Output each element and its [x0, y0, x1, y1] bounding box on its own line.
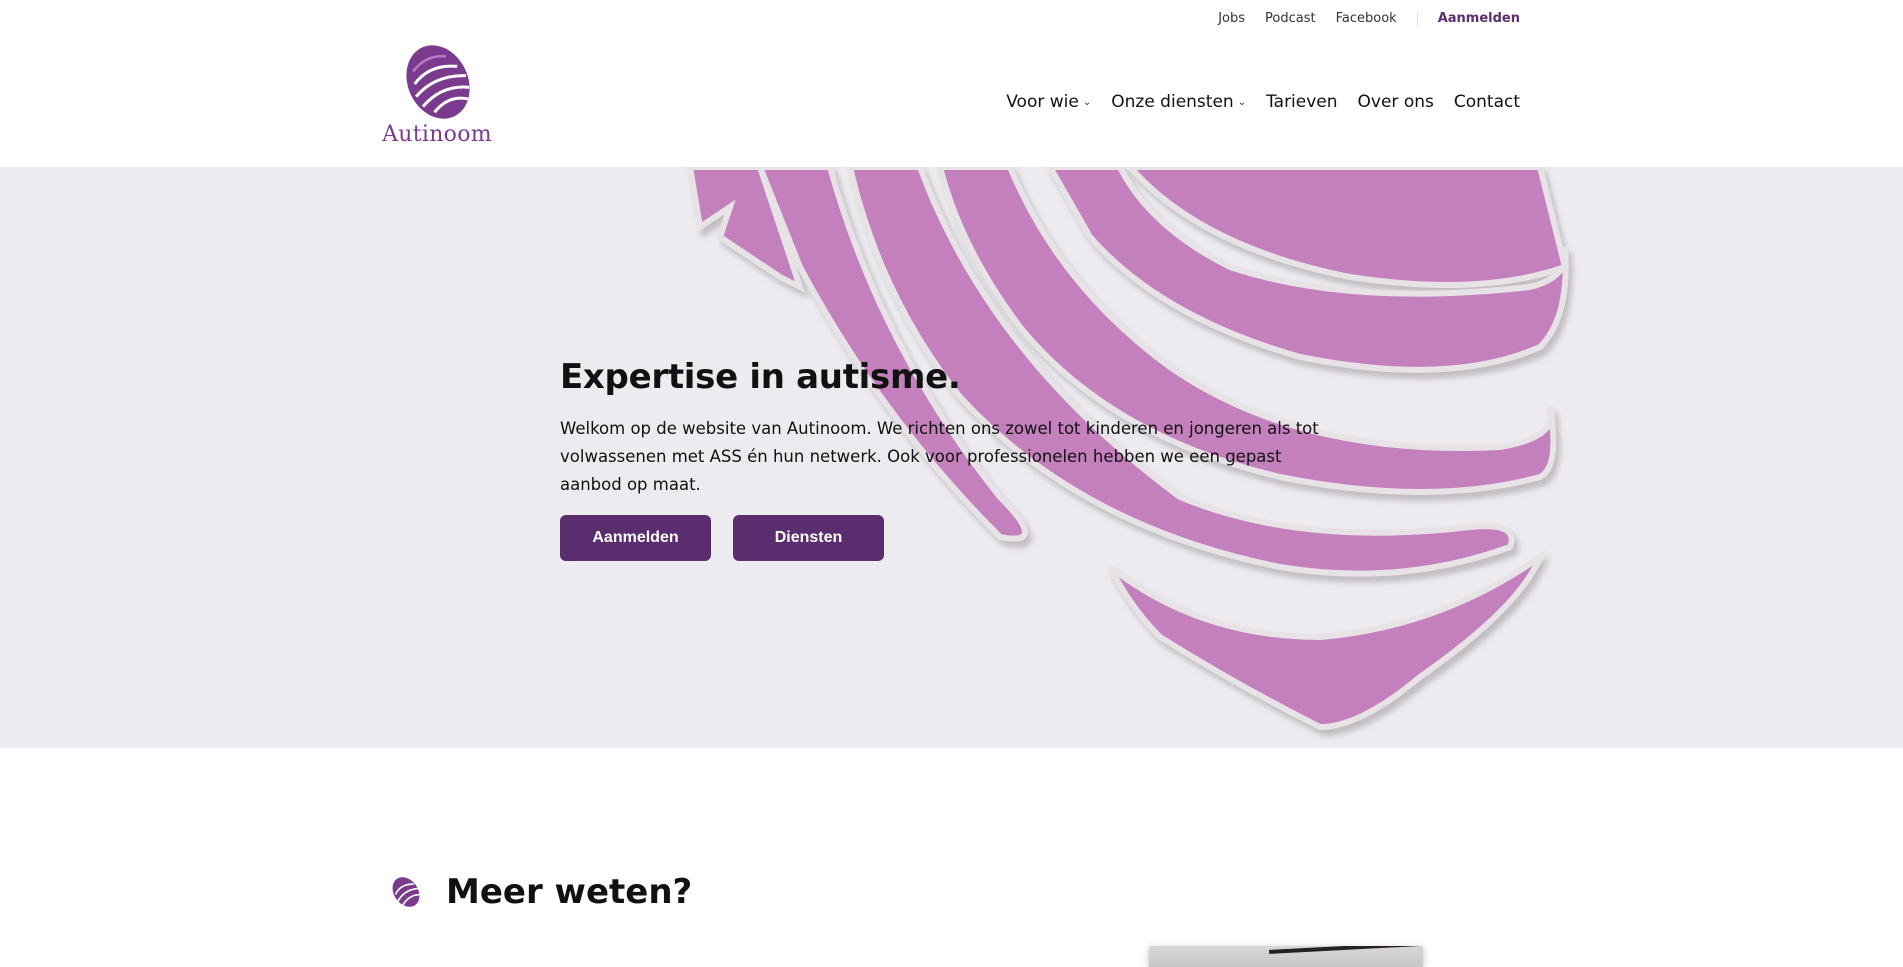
hero-section: Expertise in autisme. Welkom op de websi…: [0, 167, 1903, 748]
chevron-down-icon: ⌄: [1082, 96, 1092, 108]
nav-item-over-ons[interactable]: Over ons: [1358, 92, 1434, 112]
podcast-link[interactable]: Podcast: [1265, 11, 1316, 26]
nav-item-tarieven[interactable]: Tarieven: [1266, 92, 1337, 112]
main-nav: Voor wie ⌄ Onze diensten ⌄ Tarieven Over…: [986, 92, 1520, 112]
nav-item-contact[interactable]: Contact: [1454, 92, 1520, 112]
top-utility-bar: Jobs Podcast Facebook Aanmelden: [0, 0, 1903, 40]
logo-text: Autinoom: [382, 122, 492, 147]
divider: [1416, 11, 1418, 26]
nav-label: Contact: [1453, 92, 1520, 112]
services-button[interactable]: Diensten: [733, 515, 884, 561]
fingerprint-icon: [406, 45, 470, 119]
site-header: Autinoom Voor wie ⌄ Onze diensten ⌄ Tari…: [0, 40, 1903, 167]
nav-label: Over ons: [1357, 92, 1434, 112]
nav-item-voor-wie[interactable]: Voor wie ⌄: [1006, 92, 1091, 112]
nav-item-onze-diensten[interactable]: Onze diensten ⌄: [1111, 92, 1246, 112]
nav-label: Voor wie: [1006, 92, 1079, 112]
hero-title: Expertise in autisme.: [560, 357, 961, 397]
jobs-link[interactable]: Jobs: [1218, 11, 1245, 26]
fingerprint-icon: [392, 877, 421, 907]
nav-label: Onze diensten: [1111, 92, 1234, 112]
chevron-down-icon: ⌄: [1237, 96, 1247, 108]
hero-content: Expertise in autisme. Welkom op de websi…: [560, 357, 1340, 561]
more-info-section: Meer weten?: [0, 748, 1903, 967]
logo[interactable]: Autinoom: [382, 44, 492, 152]
hero-buttons: Aanmelden Diensten: [560, 515, 1340, 561]
image-detail: [1268, 946, 1420, 954]
signup-button[interactable]: Aanmelden: [560, 515, 711, 561]
nav-label: Tarieven: [1266, 92, 1338, 112]
hero-description: Welkom op de website van Autinoom. We ri…: [560, 419, 1319, 494]
facebook-link[interactable]: Facebook: [1336, 11, 1397, 26]
utility-links: Jobs Podcast Facebook Aanmelden: [1198, 11, 1520, 26]
signup-link[interactable]: Aanmelden: [1438, 11, 1520, 26]
section-title: Meer weten?: [446, 872, 693, 912]
section-image: [1149, 946, 1423, 967]
